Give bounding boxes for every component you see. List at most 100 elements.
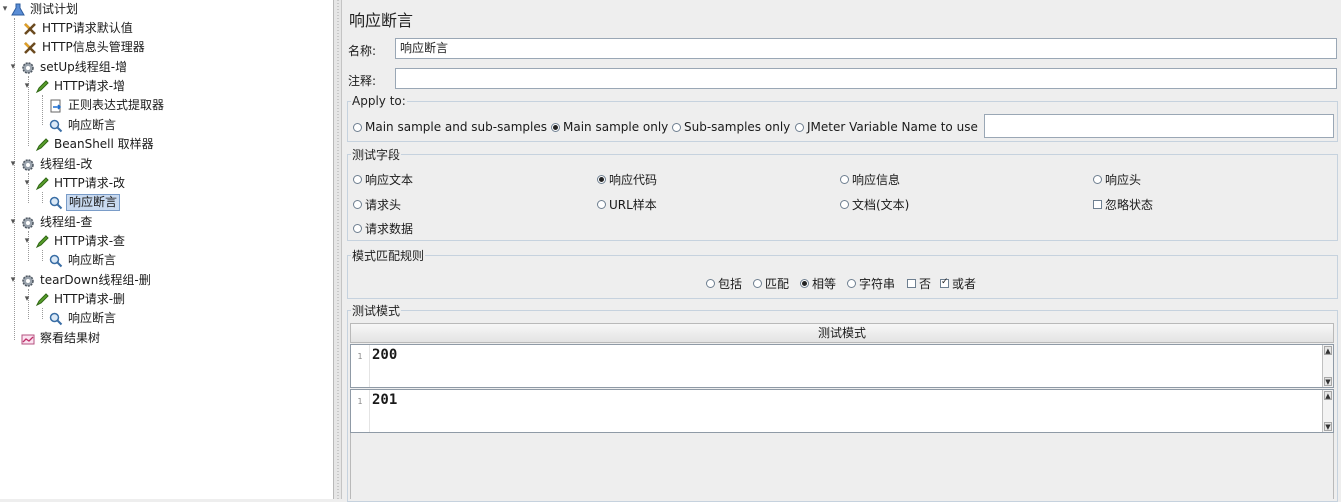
option-label: 字符串 bbox=[859, 277, 896, 291]
flask-icon bbox=[10, 2, 26, 18]
radio-icon bbox=[840, 200, 849, 209]
field-response-text-radio[interactable]: 响应文本 bbox=[353, 171, 413, 188]
option-label: 请求头 bbox=[365, 198, 402, 212]
tree-item-response-assertion[interactable]: 响应断言 bbox=[48, 116, 118, 135]
radio-selected-icon bbox=[597, 175, 606, 184]
pen-icon bbox=[34, 79, 50, 95]
tree-guide-line bbox=[42, 95, 43, 125]
tree-item-teardown-thread-group[interactable]: ▾ tearDown线程组-删 bbox=[8, 271, 153, 290]
checkbox-checked-icon bbox=[940, 277, 949, 288]
pattern-row[interactable]: 1 200 ▲ ▼ bbox=[350, 344, 1334, 388]
wrench-icon bbox=[22, 40, 38, 56]
tree-item-header-manager[interactable]: HTTP信息头管理器 bbox=[22, 38, 147, 57]
test-field-group: 测试字段 bbox=[347, 146, 1338, 241]
tree-item-label: setUp线程组-增 bbox=[40, 60, 128, 74]
chart-icon bbox=[20, 331, 36, 347]
tree-item-http-request-add[interactable]: ▾ HTTP请求-增 bbox=[22, 77, 127, 96]
scrollbar[interactable]: ▲ ▼ bbox=[1322, 345, 1333, 387]
tree-item-thread-group-update[interactable]: ▾ 线程组-改 bbox=[8, 155, 94, 174]
expand-toggle-icon[interactable]: ▾ bbox=[22, 77, 32, 96]
option-label: URL样本 bbox=[609, 198, 657, 212]
tree-item-http-defaults[interactable]: HTTP请求默认值 bbox=[22, 19, 135, 38]
tree-item-beanshell-sampler[interactable]: BeanShell 取样器 bbox=[34, 135, 156, 154]
scroll-down-icon[interactable]: ▼ bbox=[1324, 422, 1332, 431]
option-label: 匹配 bbox=[765, 277, 790, 291]
name-field[interactable]: 响应断言 bbox=[395, 38, 1337, 59]
rule-matches-radio[interactable]: 匹配 bbox=[753, 275, 789, 292]
scroll-up-icon[interactable]: ▲ bbox=[1324, 391, 1332, 400]
tree-item-label: HTTP信息头管理器 bbox=[42, 40, 145, 54]
expand-toggle-icon[interactable]: ▾ bbox=[22, 290, 32, 309]
tree-item-http-request-delete[interactable]: ▾ HTTP请求-删 bbox=[22, 290, 127, 309]
field-request-headers-radio[interactable]: 请求头 bbox=[353, 196, 401, 213]
tree-item-response-assertion-selected[interactable]: 响应断言 bbox=[48, 193, 121, 212]
split-pane-divider[interactable] bbox=[334, 0, 342, 499]
field-response-headers-radio[interactable]: 响应头 bbox=[1093, 171, 1141, 188]
comment-field[interactable] bbox=[395, 68, 1337, 89]
expand-toggle-icon[interactable]: ▾ bbox=[22, 232, 32, 251]
expand-toggle-icon[interactable]: ▾ bbox=[22, 174, 32, 193]
option-label: 响应头 bbox=[1105, 173, 1142, 187]
radio-icon bbox=[706, 279, 715, 288]
tree-item-response-assertion[interactable]: 响应断言 bbox=[48, 309, 118, 328]
pattern-row[interactable]: 1 201 ▲ ▼ bbox=[350, 389, 1334, 433]
field-request-data-radio[interactable]: 请求数据 bbox=[353, 220, 413, 237]
rule-contains-radio[interactable]: 包括 bbox=[706, 275, 742, 292]
option-label: 忽略状态 bbox=[1105, 198, 1154, 212]
apply-main-only-radio[interactable]: Main sample only bbox=[551, 120, 668, 134]
pattern-rules-group: 模式匹配规则 bbox=[347, 247, 1338, 299]
apply-jmeter-variable-radio[interactable]: JMeter Variable Name to use bbox=[795, 120, 978, 134]
field-document-text-radio[interactable]: 文档(文本) bbox=[840, 196, 909, 213]
expand-toggle-icon[interactable]: ▾ bbox=[8, 271, 18, 290]
pattern-value[interactable]: 201 bbox=[372, 392, 397, 408]
tree-item-test-plan[interactable]: ▾ 测试计划 bbox=[0, 0, 80, 19]
scroll-down-icon[interactable]: ▼ bbox=[1324, 377, 1332, 386]
option-label: 文档(文本) bbox=[852, 198, 910, 212]
magnifier-icon bbox=[48, 253, 64, 269]
tree-item-setup-thread-group[interactable]: ▾ setUp线程组-增 bbox=[8, 58, 129, 77]
tree-item-response-assertion[interactable]: 响应断言 bbox=[48, 251, 118, 270]
scroll-up-icon[interactable]: ▲ bbox=[1324, 346, 1332, 355]
radio-icon bbox=[1093, 175, 1102, 184]
tree-item-http-request-update[interactable]: ▾ HTTP请求-改 bbox=[22, 174, 127, 193]
apply-to-legend: Apply to: bbox=[352, 94, 406, 108]
tree-guide-line bbox=[42, 192, 43, 203]
tree-item-label: HTTP请求-改 bbox=[54, 176, 126, 190]
expand-toggle-icon[interactable]: ▾ bbox=[8, 155, 18, 174]
rule-equals-radio[interactable]: 相等 bbox=[800, 275, 836, 292]
apply-main-and-sub-radio[interactable]: Main sample and sub-samples bbox=[353, 120, 547, 134]
gear-icon bbox=[20, 157, 36, 173]
field-url-sampled-radio[interactable]: URL样本 bbox=[597, 196, 657, 213]
rule-substring-radio[interactable]: 字符串 bbox=[847, 275, 895, 292]
expand-toggle-icon[interactable]: ▾ bbox=[8, 58, 18, 77]
option-label: 响应文本 bbox=[365, 173, 414, 187]
tree-item-view-results-tree[interactable]: 察看结果树 bbox=[20, 329, 102, 348]
rule-not-checkbox[interactable]: 否 bbox=[907, 275, 931, 292]
patterns-column-header[interactable]: 测试模式 bbox=[350, 323, 1334, 343]
jmeter-variable-input[interactable] bbox=[984, 114, 1334, 138]
field-response-message-radio[interactable]: 响应信息 bbox=[840, 171, 900, 188]
pattern-value[interactable]: 200 bbox=[372, 347, 397, 363]
pen-icon bbox=[34, 137, 50, 153]
tree-item-http-request-query[interactable]: ▾ HTTP请求-查 bbox=[22, 232, 127, 251]
tree-item-thread-group-query[interactable]: ▾ 线程组-查 bbox=[8, 213, 94, 232]
radio-selected-icon bbox=[551, 122, 560, 132]
option-label: Main sample only bbox=[563, 120, 669, 134]
comment-label: 注释: bbox=[348, 74, 377, 88]
ignore-status-checkbox[interactable]: 忽略状态 bbox=[1093, 196, 1153, 213]
scrollbar[interactable]: ▲ ▼ bbox=[1322, 390, 1333, 432]
field-response-code-radio[interactable]: 响应代码 bbox=[597, 171, 657, 188]
option-label: 包括 bbox=[718, 277, 743, 291]
tree-item-regex-extractor[interactable]: 正则表达式提取器 bbox=[48, 96, 166, 115]
response-assertion-panel: 响应断言 名称: 响应断言 注释: Apply to: Main sample … bbox=[343, 0, 1341, 502]
tree-guide-line bbox=[42, 250, 43, 261]
checkbox-icon bbox=[907, 279, 916, 288]
pen-icon bbox=[34, 234, 50, 250]
expand-toggle-icon[interactable]: ▾ bbox=[8, 213, 18, 232]
expand-toggle-icon[interactable]: ▾ bbox=[0, 0, 10, 19]
tree-item-label: HTTP请求-增 bbox=[54, 79, 126, 93]
option-label: Sub-samples only bbox=[684, 120, 791, 134]
apply-sub-only-radio[interactable]: Sub-samples only bbox=[672, 120, 790, 134]
rule-or-checkbox[interactable]: 或者 bbox=[940, 275, 976, 292]
checkbox-icon bbox=[1093, 200, 1102, 209]
